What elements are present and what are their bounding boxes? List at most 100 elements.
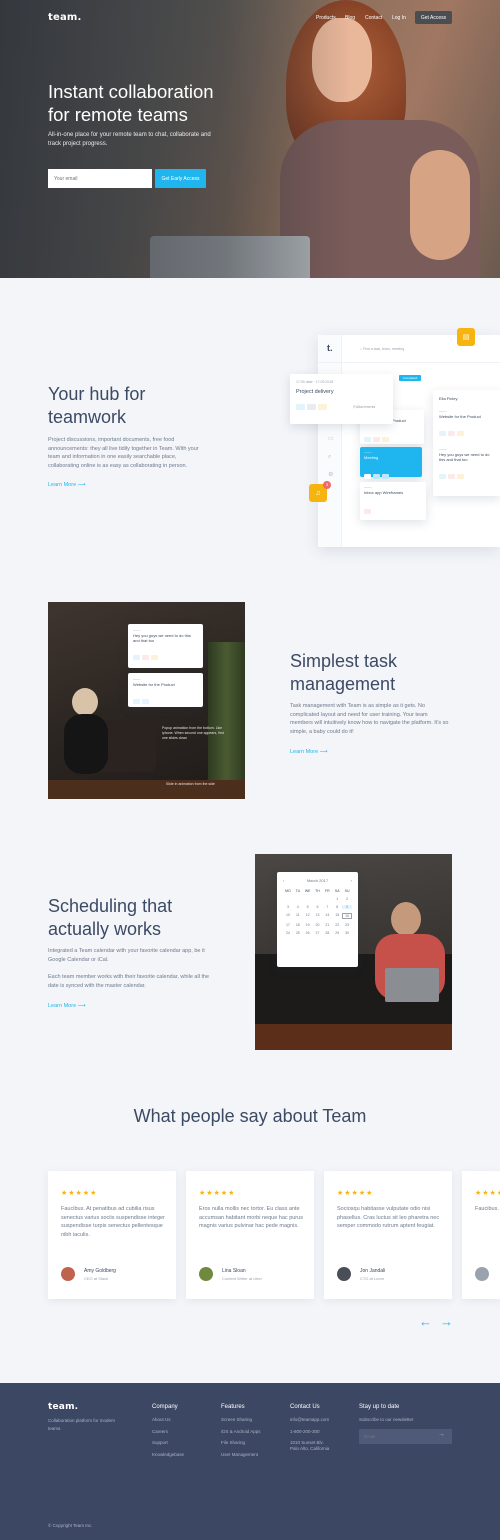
footer-features-title: Features (221, 1404, 245, 1410)
tasks-popup-card[interactable]: ─── Hey you guys we need to do this and … (128, 624, 203, 668)
footer-newsletter-title: Stay up to date (359, 1404, 400, 1410)
calendar-date[interactable]: 20 (313, 923, 323, 927)
schedule-title-line2: actually works (48, 919, 162, 939)
app-divider (318, 362, 500, 363)
calendar-date[interactable]: 23 (342, 923, 352, 927)
testimonial-quote: Faucibus. At penatibus ad cubilia risus … (61, 1206, 165, 1238)
calendar-date[interactable]: 10 (283, 913, 293, 919)
footer-link-about[interactable]: About Us (152, 1414, 184, 1426)
calendar-date[interactable]: 25 (293, 931, 303, 935)
calendar-date[interactable]: 7 (322, 905, 332, 909)
calendar-date[interactable]: 11 (293, 913, 303, 919)
calendar-date[interactable]: 24 (283, 931, 293, 935)
testimonial-card: ★★★★★ Faucibus. senectus integer pellente… (462, 1171, 500, 1299)
testimonial-author: Lina Sloan Content Writer at Uber (199, 1267, 262, 1281)
arrow-right-icon: ⟶ (319, 749, 328, 755)
tasks-popup-card[interactable]: ─── Website for the Product (128, 673, 203, 707)
calendar-date[interactable]: 16 (342, 913, 352, 919)
task-card-title: Website for the Product (439, 414, 481, 419)
calendar-date[interactable]: 30 (342, 931, 352, 935)
footer-link-file-sharing[interactable]: File Sharing (221, 1437, 261, 1449)
calendar-header: ‹ March 2017 › (283, 878, 352, 883)
schedule-title-line1: Scheduling that (48, 896, 173, 916)
site-logo[interactable]: team. (48, 12, 82, 23)
chevron-left-icon[interactable]: ‹ (283, 878, 284, 883)
footer-newsletter: Stay up to date Subscribe to our newslet… (359, 1404, 414, 1426)
calendar-date[interactable]: 28 (322, 931, 332, 935)
calendar-date[interactable]: 3 (283, 905, 293, 909)
next-arrow-icon[interactable]: → (440, 1314, 453, 1329)
footer-features: Features Screen Sharing iOS & Android Ap… (221, 1404, 261, 1460)
calendar-date (293, 897, 303, 901)
tasks-learn-more-link[interactable]: Learn More ⟶ (290, 749, 328, 755)
arrow-right-icon: ⟶ (77, 1003, 86, 1009)
author-role: Content Writer at Uber (222, 1275, 262, 1281)
calendar-date[interactable]: 8 (332, 905, 342, 909)
footer-phone-link[interactable]: 1-800-200-300 (290, 1426, 329, 1438)
nav-link-products[interactable]: Products (316, 15, 336, 21)
calendar-date[interactable]: 29 (332, 931, 342, 935)
calendar-date[interactable]: 14 (322, 913, 332, 919)
hero-email-input[interactable] (48, 169, 152, 188)
schedule-learn-more-link[interactable]: Learn More ⟶ (48, 1003, 86, 1009)
calendar-grid: MO TU WE TH FR SA SU 1 2 3 4 5 6 7 8 9 10 11 12 13 14 15 16 17 1… (283, 889, 352, 935)
testimonial-card: ★★★★★ Sociosqu habitasse vulputate odio n… (324, 1171, 452, 1299)
calendar-date[interactable]: 9 (342, 905, 352, 909)
calendar-day-header: TU (295, 889, 301, 893)
nav-link-contact[interactable]: Contact (365, 15, 382, 21)
chevron-right-icon[interactable]: › (351, 878, 352, 883)
footer-link-user-management[interactable]: User Management (221, 1449, 261, 1461)
calendar-date[interactable]: 4 (293, 905, 303, 909)
calendar-day-header: SA (334, 889, 340, 893)
footer-tagline: Collaboration platform for modern teams. (48, 1418, 116, 1431)
popup-footer: ⎘ Attachments (296, 404, 387, 410)
nav-link-login[interactable]: Log In (392, 15, 406, 21)
calendar-widget[interactable]: ‹ March 2017 › MO TU WE TH FR SA SU 1 2 3 4 5 6 7 8 9 10… (277, 872, 358, 967)
calendar-day-header: WE (304, 889, 311, 893)
calendar-date[interactable]: 26 (303, 931, 313, 935)
footer-copyright: © Copyright Team Inc. (48, 1523, 93, 1528)
footer-link-careers[interactable]: Careers (152, 1426, 184, 1438)
task-card-tags (439, 423, 494, 441)
calendar-month: March 2017 (306, 878, 329, 883)
calendar-date[interactable]: 15 (332, 913, 342, 919)
project-popup[interactable]: 17:00 date · 17.09.2018 Project delivery… (290, 374, 393, 424)
calendar-date[interactable]: 1 (332, 897, 342, 901)
task-card[interactable]: ─── Inbox app Wireframes (360, 482, 426, 520)
avatar (475, 1267, 489, 1281)
task-card-tags (133, 691, 198, 709)
calendar-date[interactable]: 22 (332, 923, 342, 927)
calendar-date[interactable]: 21 (322, 923, 332, 927)
calendar-date[interactable]: 2 (342, 897, 352, 901)
get-early-access-button[interactable]: Get Early Access (155, 169, 206, 188)
calendar-date[interactable]: 5 (303, 905, 313, 909)
calendar-icon[interactable]: ▤ (457, 328, 475, 346)
footer-logo[interactable]: team. (48, 1402, 78, 1412)
calendar-date[interactable]: 13 (313, 913, 323, 919)
nav-link-blog[interactable]: Blog (345, 15, 355, 21)
footer-link-apps[interactable]: iOS & Android Apps (221, 1426, 261, 1438)
calendar-date[interactable]: 27 (313, 931, 323, 935)
get-access-button[interactable]: Get Access (415, 11, 452, 24)
calendar-date[interactable]: 19 (303, 923, 313, 927)
hub-learn-more-link[interactable]: Learn More ⟶ (48, 482, 86, 488)
calendar-date[interactable]: 18 (293, 923, 303, 927)
footer-contact: Contact Us info@teamapp.com 1-800-200-30… (290, 1404, 329, 1452)
footer-email-link[interactable]: info@teamapp.com (290, 1414, 329, 1426)
hub-learn-more-label: Learn More (48, 482, 77, 488)
calendar-date[interactable]: 12 (303, 913, 313, 919)
task-card-active[interactable]: ─── Meeting (360, 447, 422, 479)
footer-link-screen-sharing[interactable]: Screen Sharing (221, 1414, 261, 1426)
calendar-date[interactable]: 17 (283, 923, 293, 927)
arrow-right-icon: ⟶ (77, 482, 86, 488)
rating-stars-icon: ★★★★★ (475, 1190, 500, 1197)
calendar-day-header: FR (325, 889, 330, 893)
testimonial-quote: Eros nulla mollis nec tortor. Eu class a… (199, 1206, 303, 1229)
footer-link-knowledgebase[interactable]: Knowledgebase (152, 1449, 184, 1461)
footer-link-support[interactable]: Support (152, 1437, 184, 1449)
hero-title-line2: for remote teams (48, 104, 188, 125)
notification-count: 3 (323, 481, 331, 489)
prev-arrow-icon[interactable]: ← (419, 1314, 432, 1329)
calendar-date[interactable]: 6 (313, 905, 323, 909)
newsletter-submit-arrow-icon[interactable]: → (438, 1431, 445, 1438)
